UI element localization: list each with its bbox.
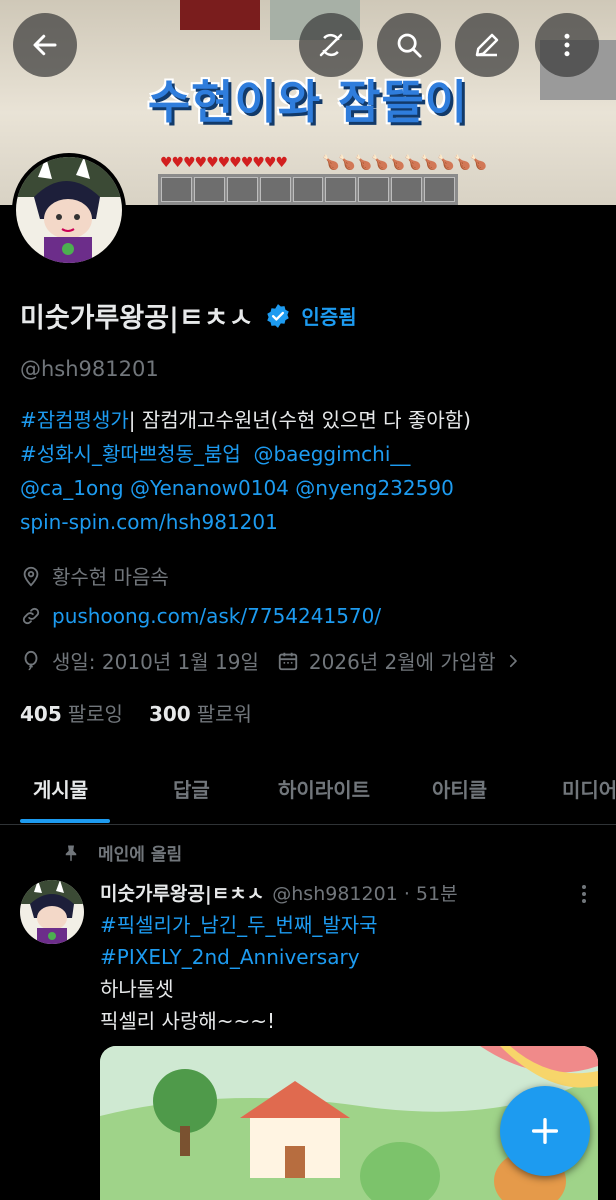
profile-tabs: 게시물 답글 하이라이트 아티클 미디어 (0, 760, 616, 825)
bio-link[interactable]: spin-spin.com/hsh981201 (20, 510, 278, 534)
banner-title: 수현이와 잠뜰이 (147, 75, 469, 129)
chevron-right-icon[interactable] (504, 652, 522, 670)
profile-avatar[interactable] (12, 153, 126, 267)
tab-replies[interactable]: 답글 (173, 774, 210, 803)
bio-hashtag[interactable]: #성화시_황따쁘청동_붐업 (20, 442, 241, 466)
pinned-indicator: 메인에 올림 (62, 840, 182, 865)
banner-food: 🍗🍗🍗🍗🍗🍗🍗🍗🍗🍗 (322, 155, 487, 171)
tab-articles[interactable]: 아티클 (432, 774, 487, 803)
profile-handle: @hsh981201 (20, 357, 159, 381)
compose-post-button[interactable] (500, 1086, 590, 1176)
edit-button[interactable] (455, 13, 519, 77)
banner-red-block (180, 0, 260, 30)
back-button[interactable] (13, 13, 77, 77)
followers-count: 300 (148, 702, 191, 726)
website-link[interactable]: pushoong.com/ask/7754241570/ (52, 604, 381, 628)
banner-hotbar (158, 174, 458, 205)
bio-text: | 잠컴개고수원년(수현 있으면 다 좋아함) (128, 408, 471, 432)
back-arrow-icon (33, 34, 57, 56)
following-label: 팔로잉 (67, 702, 123, 726)
edit-pen-icon (475, 33, 499, 57)
profile-bio: #잠컴평생가| 잠컴개고수원년(수현 있으면 다 좋아함) #성화시_황따쁘청동… (20, 403, 600, 539)
profile-website[interactable]: pushoong.com/ask/7754241570/ (20, 604, 381, 628)
post-header: 미숫가루왕공|ㅌㅊㅅ @hsh981201 · 51분 (100, 879, 458, 906)
pin-icon (65, 845, 77, 861)
tab-media[interactable]: 미디어 (562, 774, 616, 803)
bio-mentions[interactable]: @ca_1ong @Yenanow0104 @nyeng232590 (20, 476, 454, 500)
birthday-text: 생일: 2010년 1월 19일 (52, 650, 259, 674)
post-hashtag[interactable]: #PIXELY_2nd_Anniversary (100, 945, 360, 969)
bio-mention[interactable]: @baeggimchi__ (253, 442, 410, 466)
avatar-illustration-icon (16, 157, 122, 263)
post-hashtag[interactable]: #픽셀리가_남긴_두_번째_발자국 (100, 913, 378, 937)
tab-highlights[interactable]: 하이라이트 (278, 774, 370, 803)
more-vertical-icon (564, 33, 570, 57)
post-text-line: 하나둘셋 (100, 977, 174, 1001)
profile-name-row: 미숫가루왕공|ㅌㅊㅅ 인증됨 (20, 296, 357, 335)
no-sync-button[interactable] (299, 13, 363, 77)
tab-posts[interactable]: 게시물 (33, 774, 88, 803)
post-body: #픽셀리가_남긴_두_번째_발자국 #PIXELY_2nd_Anniversar… (100, 909, 378, 1037)
more-options-button[interactable] (535, 13, 599, 77)
profile-location: 황수현 마음속 (20, 561, 169, 590)
post-more-icon[interactable] (574, 882, 594, 906)
tab-active-indicator (20, 819, 110, 823)
post-avatar-illustration-icon (20, 880, 84, 944)
following-stat[interactable]: 405 팔로잉 (20, 698, 123, 727)
location-text: 황수현 마음속 (52, 565, 169, 589)
location-pin-icon (23, 566, 39, 586)
profile-dates[interactable]: 생일: 2010년 1월 19일 2026년 2월에 가입함 (20, 646, 532, 675)
search-button[interactable] (377, 13, 441, 77)
link-icon (22, 607, 40, 625)
post-author-avatar[interactable] (20, 880, 84, 944)
followers-label: 팔로워 (196, 702, 252, 726)
pinned-label: 메인에 올림 (98, 845, 183, 865)
no-sync-icon (319, 33, 343, 57)
profile-name: 미숫가루왕공|ㅌㅊㅅ (20, 303, 254, 334)
plus-icon (531, 1117, 559, 1145)
post-author-meta: @hsh981201 · 51분 (272, 883, 458, 905)
balloon-icon (24, 650, 38, 670)
search-icon (397, 33, 422, 58)
post-text-line: 픽셀리 사랑해~~~! (100, 1009, 276, 1033)
bio-hashtag[interactable]: #잠컴평생가 (20, 408, 129, 432)
joined-text: 2026년 2월에 가입함 (308, 650, 496, 674)
banner-hearts: ♥♥♥♥♥♥♥♥♥♥♥ (160, 155, 288, 171)
calendar-icon (278, 652, 298, 670)
follow-stats: 405 팔로잉 300 팔로워 (20, 698, 278, 727)
following-count: 405 (20, 702, 62, 726)
verified-label[interactable]: 인증됨 (301, 301, 356, 330)
post-author-name[interactable]: 미숫가루왕공|ㅌㅊㅅ (100, 879, 264, 906)
followers-stat[interactable]: 300 팔로워 (149, 698, 252, 727)
verified-badge-icon[interactable] (265, 303, 291, 329)
